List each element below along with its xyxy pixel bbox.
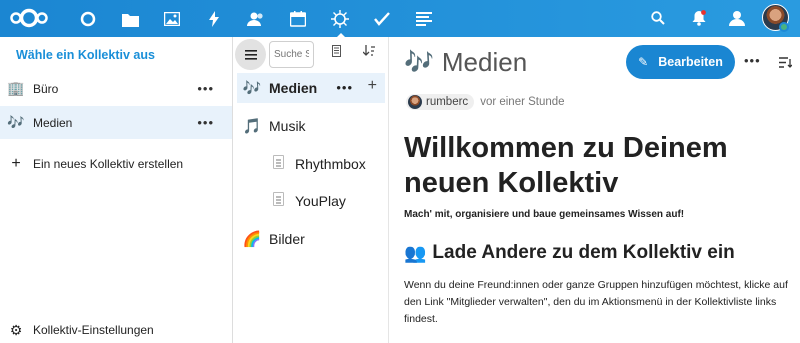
timestamp: vor einer Stunde: [480, 96, 565, 108]
tasks-icon[interactable]: [368, 5, 396, 33]
page-search-input[interactable]: [269, 41, 314, 68]
collectives-navigation: Wähle ein Kollektiv aus 🏢 Büro ••• 🎶 Med…: [0, 37, 233, 343]
subheading-text: Lade Andere zu dem Kollektiv ein: [432, 242, 735, 263]
content-lead: Mach' mit, organisiere und baue gemeinsa…: [404, 209, 685, 220]
dashboard-icon[interactable]: [74, 5, 102, 33]
music-notes-emoji-icon: 🎶: [404, 49, 434, 76]
hamburger-icon: [244, 49, 257, 60]
new-collective-label: Ein neues Kollektiv erstellen: [33, 157, 184, 171]
sidebar-toggle-icon[interactable]: [779, 55, 793, 73]
search-icon[interactable]: [645, 5, 671, 31]
avatar: [408, 95, 422, 109]
contacts-icon[interactable]: [242, 5, 270, 33]
page-label: Musik: [269, 118, 306, 134]
page-list: 🎶 Medien ••• + 🎵 Musik Rhythmbox YouPlay…: [233, 37, 389, 343]
page-item-rhythmbox[interactable]: Rhythmbox: [237, 149, 385, 179]
content-paragraph: Wenn du deine Freund:innen oder ganze Gr…: [404, 279, 788, 325]
music-note-emoji-icon: 🎵: [242, 118, 262, 135]
last-edited-info: rumberc vor einer Stunde: [406, 94, 565, 110]
more-actions-icon[interactable]: •••: [744, 53, 761, 68]
pencil-icon: ✎: [638, 55, 649, 69]
rainbow-emoji-icon: 🌈: [242, 231, 262, 248]
page-item-bilder[interactable]: 🌈 Bilder: [237, 224, 385, 254]
people-emoji-icon: 👥: [404, 242, 427, 263]
nav-item-label: Medien: [33, 115, 73, 130]
plus-icon: +: [11, 155, 21, 172]
files-icon[interactable]: [116, 5, 144, 33]
page-title-text: Medien: [441, 47, 528, 77]
nav-item-label: Büro: [33, 81, 59, 96]
online-status-dot: [779, 22, 789, 32]
calendar-icon[interactable]: [284, 5, 312, 33]
nextcloud-logo[interactable]: [9, 7, 49, 29]
music-notes-emoji-icon: 🎶: [242, 80, 262, 97]
more-actions-icon[interactable]: •••: [197, 81, 214, 96]
photos-icon[interactable]: [158, 5, 186, 33]
gear-icon: ⚙: [9, 321, 23, 338]
collectives-icon[interactable]: [326, 5, 354, 38]
collective-settings-button[interactable]: ⚙ Kollektiv-Einstellungen: [0, 317, 154, 343]
page-label: Bilder: [269, 231, 305, 247]
sort-icon[interactable]: [362, 45, 376, 60]
notes-icon[interactable]: [410, 5, 438, 33]
more-actions-icon[interactable]: •••: [197, 115, 214, 130]
nav-item-medien[interactable]: 🎶 Medien •••: [0, 106, 232, 139]
page-content: 🎶 Medien ✎ Bearbeiten ••• rumberc vor ei…: [390, 37, 800, 343]
page-label: YouPlay: [295, 193, 346, 209]
more-actions-icon[interactable]: •••: [336, 80, 353, 95]
page-item-youplay[interactable]: YouPlay: [237, 186, 385, 216]
page-item-medien[interactable]: 🎶 Medien ••• +: [237, 73, 385, 103]
username: rumberc: [426, 96, 469, 108]
settings-label: Kollektiv-Einstellungen: [33, 323, 154, 337]
nav-item-buero[interactable]: 🏢 Büro •••: [0, 72, 232, 105]
edit-button-label: Bearbeiten: [658, 55, 723, 69]
contacts-menu-icon[interactable]: [724, 5, 750, 31]
music-notes-emoji-icon: 🎶: [7, 114, 25, 130]
page-title: 🎶 Medien: [404, 47, 527, 78]
content-heading: Willkommen zu Deinem neuen Kollektiv: [404, 132, 728, 199]
notifications-icon[interactable]: [686, 5, 712, 31]
toggle-navigation-button[interactable]: [235, 39, 266, 70]
add-page-icon[interactable]: +: [368, 77, 377, 95]
content-subheading: 👥 Lade Andere zu dem Kollektiv ein: [404, 242, 735, 264]
document-icon[interactable]: [332, 45, 341, 60]
page-label: Medien: [269, 80, 318, 96]
office-emoji-icon: 🏢: [7, 80, 25, 96]
top-header: [0, 0, 800, 38]
document-page-icon: [267, 192, 289, 210]
user-chip[interactable]: rumberc: [406, 94, 475, 110]
nav-heading: Wähle ein Kollektiv aus: [16, 48, 155, 62]
page-item-musik[interactable]: 🎵 Musik: [237, 111, 385, 141]
document-page-icon: [267, 155, 289, 173]
page-label: Rhythmbox: [295, 156, 366, 172]
activity-icon[interactable]: [200, 5, 228, 33]
edit-button[interactable]: ✎ Bearbeiten: [626, 45, 735, 79]
new-collective-button[interactable]: + Ein neues Kollektiv erstellen: [0, 149, 183, 179]
